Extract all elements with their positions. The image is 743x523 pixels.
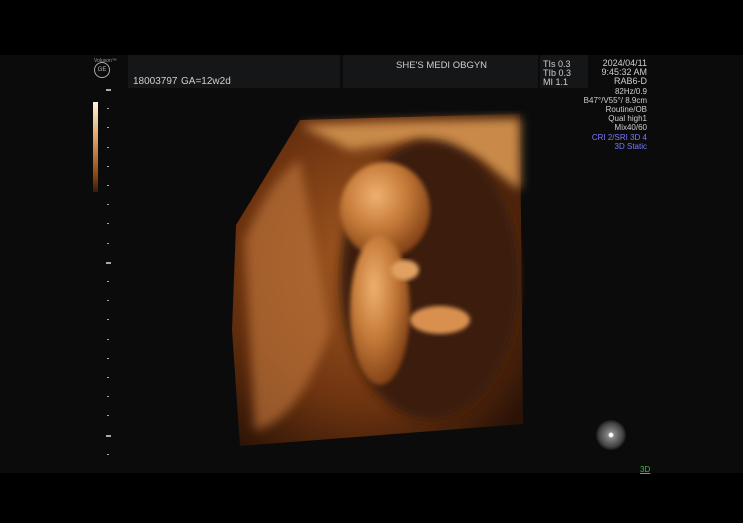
3d-render (232, 114, 523, 446)
fetal-hand (391, 260, 419, 280)
mode-3d-label: 3D (640, 465, 651, 474)
trackball-indicator (596, 420, 626, 450)
fetal-body (350, 235, 410, 385)
fetal-limb (410, 306, 470, 334)
